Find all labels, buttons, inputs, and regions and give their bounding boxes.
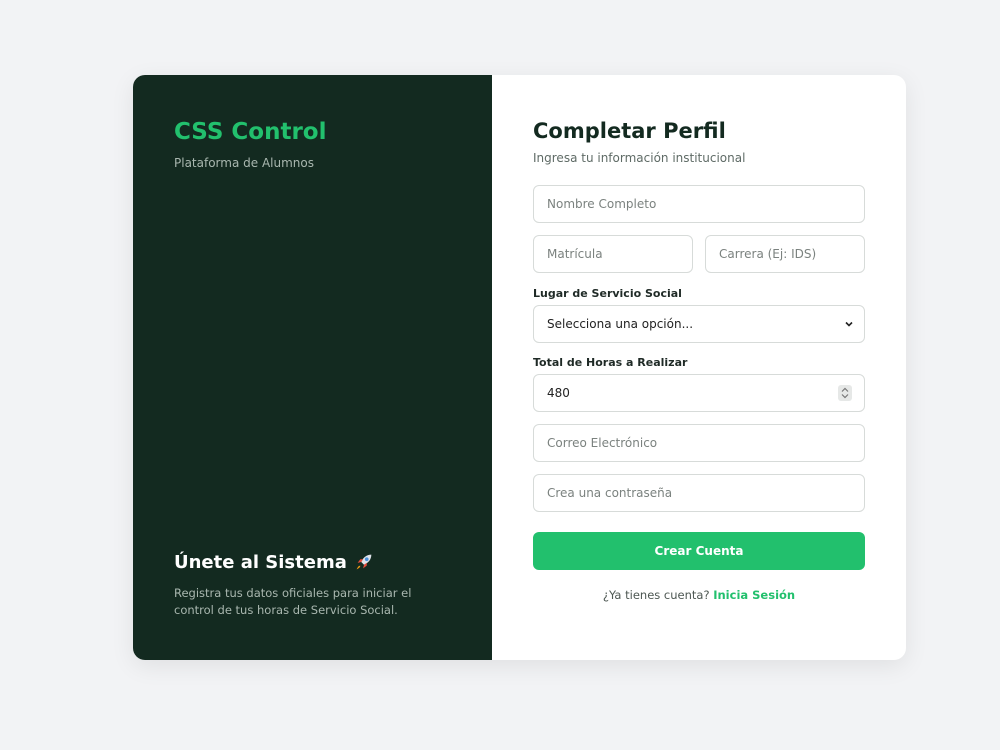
service-place-value: Selecciona una opción... (547, 317, 694, 331)
login-link[interactable]: Inicia Sesión (713, 588, 795, 602)
service-place-select[interactable]: Selecciona una opción... (533, 305, 865, 343)
rocket-icon (353, 551, 375, 573)
promo-section: Únete al Sistema Registra tus datos ofic… (174, 551, 454, 619)
password-input[interactable] (533, 474, 865, 512)
brand-title: CSS Control (174, 119, 327, 145)
login-prompt-text: ¿Ya tienes cuenta? (602, 588, 710, 602)
chevron-down-icon (845, 321, 853, 327)
email-group (533, 424, 865, 462)
form-subtitle: Ingresa tu información institucional (533, 151, 746, 165)
form-panel: Completar Perfil Ingresa tu información … (492, 75, 906, 660)
total-hours-label: Total de Horas a Realizar (533, 356, 688, 369)
promo-panel: CSS Control Plataforma de Alumnos Únete … (133, 75, 492, 660)
register-card: CSS Control Plataforma de Alumnos Únete … (133, 75, 906, 660)
service-place-group: Lugar de Servicio Social Selecciona una … (533, 287, 865, 343)
enrollment-input[interactable] (533, 235, 693, 273)
career-input[interactable] (705, 235, 865, 273)
password-group (533, 474, 865, 512)
promo-description: Registra tus datos oficiales para inicia… (174, 586, 412, 617)
email-input[interactable] (533, 424, 865, 462)
promo-heading: Únete al Sistema (174, 551, 454, 573)
full-name-group (533, 185, 865, 223)
id-career-row (533, 235, 865, 273)
service-place-label: Lugar de Servicio Social (533, 287, 682, 300)
create-account-button[interactable]: Crear Cuenta (533, 532, 865, 570)
promo-title: Únete al Sistema (174, 551, 347, 573)
number-spinner-icon[interactable] (838, 385, 852, 401)
full-name-input[interactable] (533, 185, 865, 223)
login-prompt-line: ¿Ya tienes cuenta? Inicia Sesión (533, 588, 865, 602)
form-title: Completar Perfil (533, 119, 726, 143)
total-hours-group: Total de Horas a Realizar 480 (533, 356, 865, 412)
brand-subtitle: Plataforma de Alumnos (174, 156, 314, 170)
total-hours-input[interactable]: 480 (533, 374, 865, 412)
total-hours-value: 480 (547, 386, 570, 400)
